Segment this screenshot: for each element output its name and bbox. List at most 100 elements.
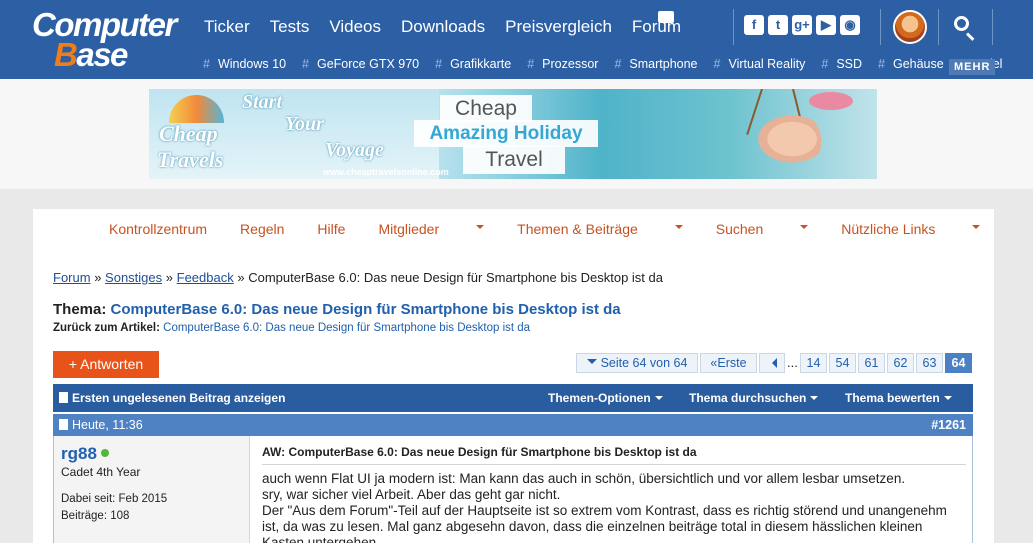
search-icon[interactable] — [953, 15, 977, 41]
tag-bar: # Windows 10 # GeForce GTX 970 # Grafikkart… — [203, 57, 1018, 71]
post-line: auch wenn Flat UI ja modern ist: Man kan… — [262, 471, 906, 486]
back-to-article: Zurück zum Artikel: ComputerBase 6.0: Da… — [53, 322, 530, 334]
thread-search-menu[interactable]: Thema durchsuchen — [689, 391, 819, 405]
thread-rate-menu[interactable]: Thema bewerten — [845, 391, 952, 405]
back-article-link[interactable]: ComputerBase 6.0: Das neue Design für Sm… — [163, 322, 530, 334]
twitter-icon[interactable]: t — [768, 15, 788, 35]
pagination-ellipsis: ... — [787, 355, 798, 370]
logo-text-rest: ase — [76, 36, 128, 73]
site-header: Computer Base Ticker Tests Videos Downlo… — [0, 0, 1033, 79]
ad-tagline3: Voyage — [325, 139, 384, 161]
ad-photo-hat — [809, 92, 853, 110]
chevron-down-icon — [654, 396, 663, 404]
forum-nav-regeln[interactable]: Regeln — [240, 221, 284, 237]
ad-banner[interactable]: Cheap Travels Start Your Voyage www.chea… — [149, 89, 877, 179]
header-divider — [880, 9, 881, 45]
forum-nav-suchen[interactable]: Suchen — [716, 221, 809, 237]
tag-link[interactable]: # Prozessor — [527, 57, 606, 71]
ad-box-2: Amazing Holiday — [414, 120, 598, 147]
ad-tagline1: Start — [242, 91, 283, 113]
nav-tests[interactable]: Tests — [270, 17, 310, 39]
current-page: 64 — [945, 353, 972, 373]
tag-link[interactable]: # Windows 10 — [203, 57, 294, 71]
post-author-sidebar: rg88 Cadet 4th Year Dabei seit: Feb 2015… — [54, 436, 250, 543]
online-status-icon — [100, 449, 109, 457]
first-unread-link[interactable]: Ersten ungelesenen Beitrag anzeigen — [59, 391, 285, 405]
breadcrumb-current: ComputerBase 6.0: Das neue Design für Sm… — [248, 270, 663, 285]
header-divider — [733, 9, 734, 45]
reply-button[interactable]: + Antworten — [53, 351, 159, 378]
user-avatar[interactable] — [893, 10, 927, 44]
chevron-down-icon — [586, 359, 597, 369]
chevron-down-icon — [674, 225, 683, 233]
post-number[interactable]: #1261 — [931, 418, 966, 432]
thread-title[interactable]: ComputerBase 6.0: Das neue Design für Sm… — [111, 301, 621, 318]
breadcrumb-forum[interactable]: Forum — [53, 270, 91, 285]
page-link[interactable]: 14 — [800, 353, 827, 373]
chevron-down-icon — [972, 225, 981, 233]
breadcrumb-separator: » — [237, 270, 245, 285]
tag-link[interactable]: # Virtual Reality — [714, 57, 814, 71]
ad-box-3: Travel — [463, 146, 565, 174]
prev-page-button[interactable] — [759, 353, 785, 373]
chevron-down-icon — [800, 225, 809, 233]
rss-icon[interactable]: ◉ — [840, 15, 860, 35]
forum-nav-mitglieder[interactable]: Mitglieder — [378, 221, 485, 237]
post: rg88 Cadet 4th Year Dabei seit: Feb 2015… — [53, 436, 973, 543]
breadcrumb-feedback[interactable]: Feedback — [177, 270, 234, 285]
forum-nav-hilfe[interactable]: Hilfe — [317, 221, 345, 237]
ad-photo-person — [749, 109, 821, 169]
chat-bubble-icon[interactable] — [658, 11, 674, 24]
post-divider — [262, 464, 966, 465]
social-links: f t g+ ▶ ◉ — [744, 15, 860, 35]
thread-heading: Thema: ComputerBase 6.0: Das neue Design… — [53, 301, 621, 318]
breadcrumb-separator: » — [165, 270, 173, 285]
tag-link[interactable]: # Smartphone — [614, 57, 705, 71]
youtube-icon[interactable]: ▶ — [816, 15, 836, 35]
post-line: sry, war sicher viel Arbeit. Aber das ge… — [262, 487, 561, 502]
logo-letter-b: B — [54, 36, 78, 73]
tag-link[interactable]: # SSD — [821, 57, 870, 71]
thread-toolbar: Ersten ungelesenen Beitrag anzeigen Them… — [53, 384, 973, 412]
tag-link[interactable]: # GeForce GTX 970 — [302, 57, 427, 71]
facebook-icon[interactable]: f — [744, 15, 764, 35]
ad-url: www.cheaptravelsonline.com — [323, 167, 449, 177]
tag-link[interactable]: # Grafikkarte — [435, 57, 519, 71]
first-page-button[interactable]: «Erste — [700, 353, 757, 373]
nav-downloads[interactable]: Downloads — [401, 17, 485, 39]
header-divider — [992, 9, 993, 45]
ad-box-1: Cheap — [440, 95, 532, 122]
page-link[interactable]: 63 — [916, 353, 943, 373]
nav-videos[interactable]: Videos — [329, 17, 381, 39]
tag-link[interactable]: # Gehäuse — [878, 57, 952, 71]
document-icon — [59, 392, 68, 403]
nav-preisvergleich[interactable]: Preisvergleich — [505, 17, 612, 39]
chevron-down-icon — [810, 396, 819, 404]
forum-nav-kontrollzentrum[interactable]: Kontrollzentrum — [109, 221, 207, 237]
header-divider — [938, 9, 939, 45]
page-info-dropdown[interactable]: Seite 64 von 64 — [576, 353, 698, 373]
page-link[interactable]: 54 — [829, 353, 856, 373]
chevron-down-icon — [943, 396, 952, 404]
forum-nav-links[interactable]: Nützliche Links — [841, 221, 981, 237]
post-count: Beiträge: 108 — [61, 510, 130, 522]
page-link[interactable]: 62 — [887, 353, 914, 373]
ad-tagline2: Your — [285, 113, 324, 135]
computerbase-logo[interactable]: Computer Base — [32, 6, 182, 74]
chevron-left-icon — [767, 358, 777, 368]
logo-text-bottom: Base — [54, 36, 128, 74]
post-username[interactable]: rg88 — [61, 444, 109, 464]
googleplus-icon[interactable]: g+ — [792, 15, 812, 35]
post-line: Der "Aus dem Forum"-Teil auf der Hauptse… — [262, 503, 947, 543]
page-link[interactable]: 61 — [858, 353, 885, 373]
ad-brand-line1: Cheap — [159, 121, 218, 146]
chevron-down-icon — [476, 225, 485, 233]
plus-icon: + — [68, 356, 81, 372]
more-tags-button[interactable]: MEHR — [949, 59, 996, 75]
ad-brand-line2: Travels — [157, 147, 224, 172]
nav-ticker[interactable]: Ticker — [204, 17, 250, 39]
forum-panel: Kontrollzentrum Regeln Hilfe Mitglieder … — [33, 209, 994, 543]
breadcrumb-sonstiges[interactable]: Sonstiges — [105, 270, 162, 285]
thread-options-menu[interactable]: Themen-Optionen — [548, 391, 663, 405]
forum-nav-themen[interactable]: Themen & Beiträge — [517, 221, 683, 237]
